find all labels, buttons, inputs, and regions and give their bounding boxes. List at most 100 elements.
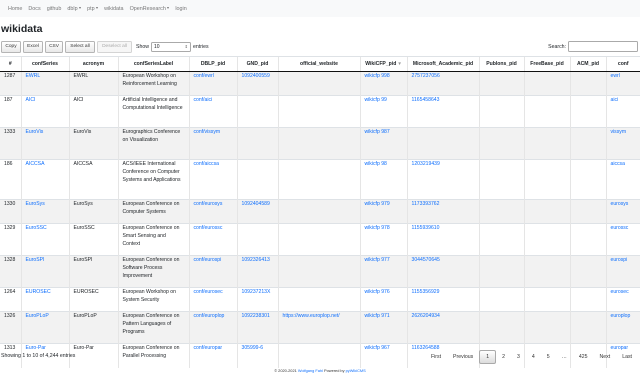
page-length-select[interactable]: 10 ⇕ [150, 41, 191, 52]
cell-link-confSeries[interactable]: EUROSEC [26, 289, 51, 295]
pagination-last-button[interactable]: Last [616, 350, 638, 364]
cell-link-conf[interactable]: ewrl [611, 73, 620, 79]
copy-button[interactable]: Copy [1, 40, 21, 53]
cell-link-dblp[interactable]: conf/aiccsa [194, 161, 219, 167]
cell-link-dblp[interactable]: conf/europlop [194, 313, 225, 319]
cell-link-dblp[interactable]: conf/europar [194, 345, 223, 351]
cell-link-dblp[interactable]: conf/eurosec [194, 289, 223, 295]
column-header-confseries[interactable]: confSeries [20, 56, 69, 72]
cell-link-confSeries[interactable]: Euro-Par [26, 345, 46, 351]
cell-link-wikicfp[interactable]: wikicfp 998 [365, 73, 390, 79]
nav-link-home[interactable]: Home [8, 6, 22, 12]
cell-link-conf[interactable]: aici [611, 97, 619, 103]
column-header-official-website[interactable]: official_website [277, 56, 360, 72]
pagination-next-button[interactable]: Next [594, 350, 617, 364]
nav-link-github[interactable]: github [47, 6, 62, 12]
nav-link-wikidata[interactable]: wikidata [104, 6, 123, 12]
cell-wikicfp: wikicfp 978 [359, 223, 407, 256]
nav-link-docs[interactable]: Docs [28, 6, 40, 12]
cell-link-gnd[interactable]: 1092404589 [242, 201, 270, 207]
column-header-wikicfp-pid[interactable]: WikiCFP_pid▼ [359, 56, 407, 72]
cell-link-msa[interactable]: 2626204934 [412, 313, 440, 319]
cell-link-wikicfp[interactable]: wikicfp 976 [365, 289, 390, 295]
cell-label: European Conference on Parallel Processi… [117, 343, 189, 368]
cell-link-website[interactable]: https://www.europlop.net/ [283, 313, 340, 319]
excel-button[interactable]: Excel [23, 40, 43, 53]
nav-link-ptp[interactable]: ptp [87, 6, 99, 12]
csv-button[interactable]: CSV [45, 40, 63, 53]
cell-link-confSeries[interactable]: EWRL [26, 73, 41, 79]
nav-link-openresearch[interactable]: OpenResearch [130, 6, 170, 12]
cell-link-wikicfp[interactable]: wikicfp 978 [365, 225, 390, 231]
cell-link-gnd[interactable]: 1092400559 [242, 73, 270, 79]
footer-author-link[interactable]: Wolfgang Fahl [298, 368, 323, 373]
column-header-dblp-pid[interactable]: DBLP_pid [188, 56, 237, 72]
cell-link-conf[interactable]: eurosys [611, 201, 629, 207]
cell-link-gnd[interactable]: 1092238301 [242, 313, 270, 319]
table-row: 187 AICI AICI Artificial Intelligence and C… [0, 95, 640, 128]
pagination-page-4[interactable]: 4 [526, 350, 541, 364]
cell-link-dblp[interactable]: conf/aici [194, 97, 213, 103]
pagination-page-2[interactable]: 2 [496, 350, 511, 364]
cell-link-wikicfp[interactable]: wikicfp 979 [365, 201, 390, 207]
column-header-acronym[interactable]: acronym [68, 56, 118, 72]
footer-powered-link[interactable]: pyWikiCMS [346, 368, 366, 373]
cell-link-wikicfp[interactable]: wikicfp 977 [365, 257, 390, 263]
cell-link-gnd[interactable]: 1092326413 [242, 257, 270, 263]
cell-msa: 1203219439 [406, 159, 479, 200]
cell-link-confSeries[interactable]: EuroSys [26, 201, 45, 207]
nav-link-dblp[interactable]: dblp [67, 6, 82, 12]
cell-dblp: conf/europlop [188, 311, 237, 344]
cell-link-conf[interactable]: eurosec [611, 289, 629, 295]
nav-link-login[interactable]: login [175, 6, 186, 12]
cell-link-msa[interactable]: 2757237056 [412, 73, 440, 79]
column-header-freebase-pid[interactable]: FreeBase_pid [523, 56, 570, 72]
column-header-num[interactable]: # [0, 56, 21, 72]
pagination-page-425[interactable]: 425 [573, 350, 594, 364]
cell-link-conf[interactable]: eurospi [611, 257, 628, 263]
cell-link-dblp[interactable]: conf/eurosys [194, 201, 223, 207]
cell-link-confSeries[interactable]: EuroSPI [26, 257, 45, 263]
pagination-page-1[interactable]: 1 [479, 350, 497, 364]
cell-link-wikicfp[interactable]: wikicfp 98 [365, 161, 387, 167]
cell-link-conf[interactable]: europlop [611, 313, 631, 319]
column-header-conf[interactable]: conf [605, 56, 640, 72]
search-input[interactable] [568, 41, 638, 52]
pagination-page-3[interactable]: 3 [511, 350, 526, 364]
cell-link-gnd[interactable]: 305999-6 [242, 345, 264, 351]
column-header-microsoft-academic-pid[interactable]: Microsoft_Academic_pid [406, 56, 479, 72]
cell-link-dblp[interactable]: conf/ewrl [194, 73, 214, 79]
pagination-first-button[interactable]: First [425, 350, 447, 364]
cell-link-dblp[interactable]: conf/eurospi [194, 257, 222, 263]
select-all-button[interactable]: Select all [65, 40, 95, 53]
cell-link-wikicfp[interactable]: wikicfp 971 [365, 313, 390, 319]
cell-link-wikicfp[interactable]: wikicfp 99 [365, 97, 387, 103]
cell-link-confSeries[interactable]: EuroSSC [26, 225, 47, 231]
cell-link-confSeries[interactable]: EuroVis [26, 129, 44, 135]
cell-link-dblp[interactable]: conf/eurossc [194, 225, 223, 231]
cell-link-confSeries[interactable]: EuroPLoP [26, 313, 49, 319]
deselect-all-button[interactable]: Deselect all [97, 40, 132, 53]
cell-link-confSeries[interactable]: AICCSA [26, 161, 45, 167]
column-header-confserieslabel[interactable]: confSeriesLabel [117, 56, 189, 72]
pagination-page-5[interactable]: 5 [541, 350, 556, 364]
cell-link-dblp[interactable]: conf/vissym [194, 129, 221, 135]
column-header-gnd-pid[interactable]: GND_pid [236, 56, 278, 72]
cell-link-msa[interactable]: 1155356929 [412, 289, 440, 295]
cell-link-msa[interactable]: 1155939610 [412, 225, 440, 231]
column-header-label: acronym [82, 61, 105, 67]
cell-link-msa[interactable]: 1165458643 [412, 97, 440, 103]
cell-link-msa[interactable]: 1173393762 [412, 201, 440, 207]
cell-link-conf[interactable]: eurossc [611, 225, 629, 231]
column-header-publons-pid[interactable]: Publons_pid [478, 56, 524, 72]
cell-link-conf[interactable]: vissym [611, 129, 627, 135]
cell-link-wikicfp[interactable]: wikicfp 987 [365, 129, 390, 135]
column-header-acm-pid[interactable]: ACM_pid [569, 56, 606, 72]
pagination-previous-button[interactable]: Previous [447, 350, 479, 364]
cell-link-gnd[interactable]: 109237213X [242, 289, 271, 295]
cell-link-wikicfp[interactable]: wikicfp 967 [365, 345, 390, 351]
cell-link-msa[interactable]: 1203219439 [412, 161, 440, 167]
cell-link-conf[interactable]: aiccsa [611, 161, 625, 167]
cell-link-confSeries[interactable]: AICI [26, 97, 36, 103]
cell-link-msa[interactable]: 3044570645 [412, 257, 440, 263]
